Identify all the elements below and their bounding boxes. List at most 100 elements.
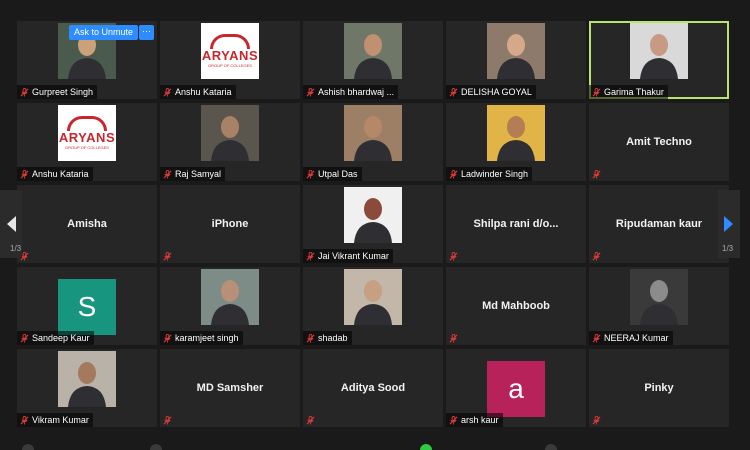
participant-name-label: Sandeep Kaur <box>17 331 94 345</box>
ask-to-unmute-button[interactable]: Ask to Unmute <box>69 25 139 40</box>
participant-name-label: Utpal Das <box>303 167 362 181</box>
participant-name: Amit Techno <box>626 136 692 148</box>
mic-muted-icon <box>592 170 601 179</box>
participant-tile[interactable]: shadab <box>303 267 443 345</box>
participant-name-label: DELISHA GOYAL <box>446 85 536 99</box>
participant-video <box>344 23 402 79</box>
participant-name-label: Anshu Kataria <box>17 167 93 181</box>
participant-name: shadab <box>318 333 348 343</box>
participant-tile[interactable]: iPhone <box>160 185 300 263</box>
mic-muted-icon <box>449 252 458 261</box>
toolbar-button[interactable] <box>22 444 34 450</box>
participant-video <box>344 269 402 325</box>
logo-emblem <box>67 116 107 131</box>
toolbar-button[interactable] <box>420 444 432 450</box>
participant-name-label: Ladwinder Singh <box>446 167 533 181</box>
mic-muted-icon <box>20 333 29 343</box>
mic-muted-icon <box>449 334 458 343</box>
participant-video <box>630 269 688 325</box>
participant-tile[interactable]: Ripudaman kaur <box>589 185 729 263</box>
mic-muted-icon <box>592 87 601 97</box>
participant-name: Ripudaman kaur <box>615 218 703 230</box>
participant-tile[interactable]: a arsh kaur <box>446 349 586 427</box>
mic-muted-icon <box>592 333 601 343</box>
mic-muted-icon <box>306 251 315 261</box>
participant-tile[interactable]: karamjeet singh <box>160 267 300 345</box>
participant-tile[interactable]: DELISHA GOYAL <box>446 21 586 99</box>
participant-tile[interactable]: Amit Techno <box>589 103 729 181</box>
participant-tile[interactable]: Ashish bhardwaj ... <box>303 21 443 99</box>
participant-name: Md Mahboob <box>482 300 550 312</box>
participant-name: Sandeep Kaur <box>32 333 90 343</box>
mic-muted-icon <box>449 87 458 97</box>
mic-muted-icon <box>592 416 601 425</box>
participant-tile[interactable]: Raj Samyal <box>160 103 300 181</box>
participant-video <box>487 105 545 161</box>
participant-name: iPhone <box>211 218 249 230</box>
participant-video <box>630 23 688 79</box>
participant-name-label: Anshu Kataria <box>160 85 236 99</box>
mic-muted-icon <box>306 416 315 425</box>
participant-tile[interactable]: Pinky <box>589 349 729 427</box>
toolbar-button[interactable] <box>545 444 557 450</box>
participant-tile[interactable]: S Sandeep Kaur <box>17 267 157 345</box>
avatar: S <box>58 279 116 335</box>
participant-name: arsh kaur <box>461 415 499 425</box>
participant-tile[interactable]: Ladwinder Singh <box>446 103 586 181</box>
video-grid: Gurpreet Singh ARYANS GROUP OF COLLEGES Ans… <box>17 21 730 431</box>
participant-video <box>201 269 259 325</box>
mic-muted-icon <box>20 415 29 425</box>
participant-tile[interactable]: Aditya Sood <box>303 349 443 427</box>
participant-name: NEERAJ Kumar <box>604 333 669 343</box>
mic-muted-icon <box>592 252 601 261</box>
participant-tile[interactable]: MD Samsher <box>160 349 300 427</box>
aryans-logo: ARYANS GROUP OF COLLEGES <box>58 105 116 161</box>
meeting-toolbar <box>0 440 750 450</box>
logo-brand: ARYANS <box>58 130 116 145</box>
participant-tile[interactable]: Jai Vikrant Kumar <box>303 185 443 263</box>
aryans-logo: ARYANS GROUP OF COLLEGES <box>201 23 259 79</box>
mic-muted-icon <box>306 87 315 97</box>
mic-muted-icon <box>163 87 172 97</box>
participant-tile[interactable]: ARYANS GROUP OF COLLEGES Anshu Kataria <box>17 103 157 181</box>
participant-tile[interactable]: Vikram Kumar <box>17 349 157 427</box>
participant-name: Raj Samyal <box>175 169 222 179</box>
participant-name: Utpal Das <box>318 169 358 179</box>
participant-name-label: Gurpreet Singh <box>17 85 98 99</box>
participant-name: Ashish bhardwaj ... <box>318 87 395 97</box>
participant-name: Shilpa rani d/o... <box>473 218 559 230</box>
participant-name: karamjeet singh <box>175 333 239 343</box>
participant-tile[interactable]: Amisha <box>17 185 157 263</box>
more-options-button[interactable]: ··· <box>139 25 154 40</box>
participant-name: Jai Vikrant Kumar <box>318 251 389 261</box>
mic-muted-icon <box>163 169 172 179</box>
logo-subtitle: GROUP OF COLLEGES <box>208 63 252 68</box>
participant-name-label: Garima Thakur <box>589 85 668 99</box>
participant-name-label: shadab <box>303 331 352 345</box>
participant-name-label: karamjeet singh <box>160 331 243 345</box>
participant-name-label: Vikram Kumar <box>17 413 93 427</box>
participant-name: Garima Thakur <box>604 87 664 97</box>
logo-emblem <box>210 34 250 49</box>
mic-muted-icon <box>449 169 458 179</box>
participant-name-label: Raj Samyal <box>160 167 226 181</box>
participant-video <box>344 105 402 161</box>
participant-tile[interactable]: Garima Thakur <box>589 21 729 99</box>
participant-tile[interactable]: Utpal Das <box>303 103 443 181</box>
mic-muted-icon <box>163 252 172 261</box>
participant-tile[interactable]: Shilpa rani d/o... <box>446 185 586 263</box>
page-indicator-left: 1/3 <box>10 244 22 253</box>
participant-name: Aditya Sood <box>340 382 406 394</box>
toolbar-button[interactable] <box>150 444 162 450</box>
participant-name: MD Samsher <box>196 382 264 394</box>
participant-tile[interactable]: NEERAJ Kumar <box>589 267 729 345</box>
participant-tile[interactable]: ARYANS GROUP OF COLLEGES Anshu Kataria <box>160 21 300 99</box>
mic-muted-icon <box>306 333 315 343</box>
avatar: a <box>487 361 545 417</box>
chevron-right-icon <box>724 216 733 232</box>
participant-name-label: NEERAJ Kumar <box>589 331 673 345</box>
participant-name: Amisha <box>67 218 107 230</box>
participant-tile[interactable]: Md Mahboob <box>446 267 586 345</box>
participant-name: Pinky <box>644 382 674 394</box>
participant-video <box>487 23 545 79</box>
